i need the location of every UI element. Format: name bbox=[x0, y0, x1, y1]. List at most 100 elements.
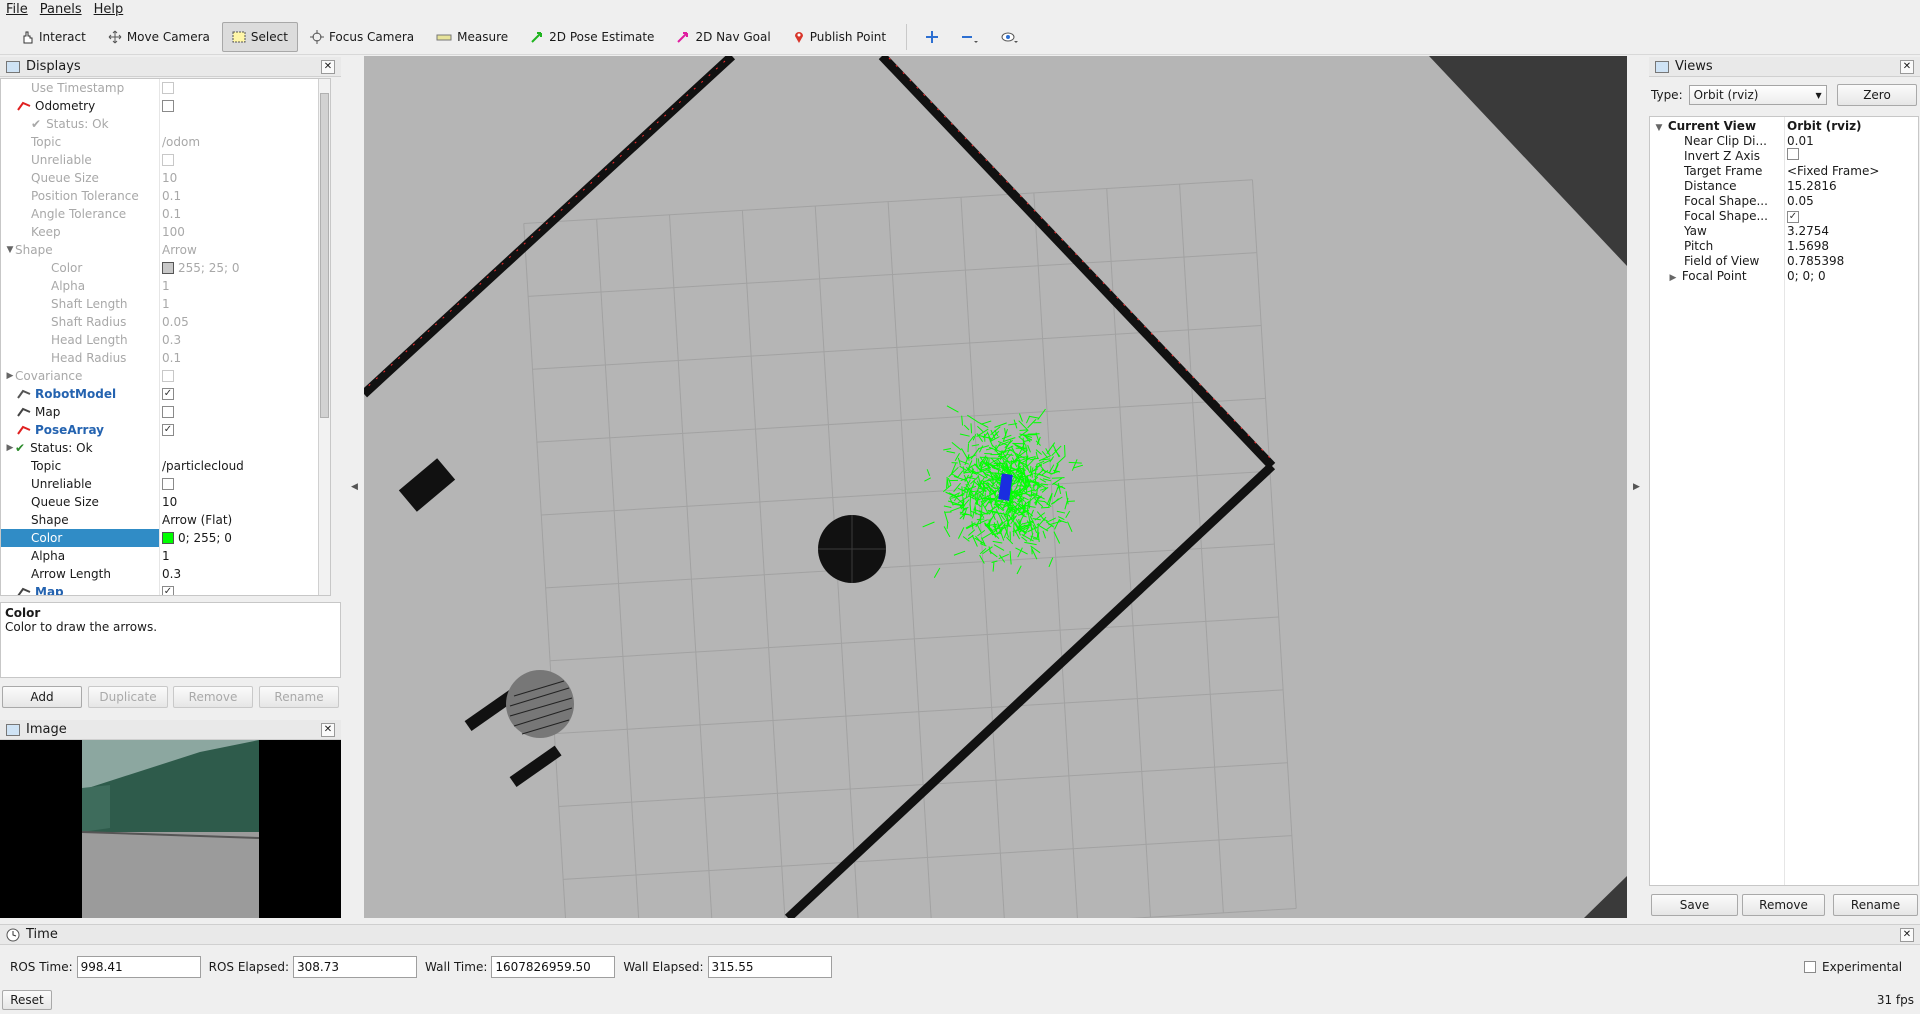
display-row-value[interactable]: /particlecloud bbox=[159, 457, 319, 475]
display-row[interactable]: Topic/particlecloud bbox=[1, 457, 330, 475]
display-row-value[interactable]: 0.3 bbox=[159, 565, 319, 583]
view-property-row[interactable]: Distance 15.2816 bbox=[1650, 178, 1918, 193]
display-row[interactable]: RobotModel ✓ bbox=[1, 385, 330, 403]
display-row[interactable]: Shaft Length 1 bbox=[1, 295, 330, 313]
view-property-row[interactable]: Focal Shape... ✓ bbox=[1650, 208, 1918, 223]
enable-checkbox[interactable]: ✓ bbox=[162, 424, 174, 436]
display-row-value[interactable]: 255; 25; 0 bbox=[159, 259, 319, 277]
enable-checkbox[interactable] bbox=[162, 370, 174, 382]
display-row-value[interactable]: 0.1 bbox=[159, 187, 319, 205]
close-icon[interactable]: ✕ bbox=[1900, 59, 1914, 74]
view-property-row[interactable]: ▼ Current View Orbit (rviz) bbox=[1650, 118, 1918, 133]
enable-checkbox[interactable] bbox=[162, 154, 174, 166]
display-row[interactable]: ▼ Shape Arrow bbox=[1, 241, 330, 259]
tool-interact[interactable]: Interact bbox=[10, 22, 96, 52]
display-row[interactable]: ▶ ✔ Status: Ok bbox=[1, 439, 330, 457]
enable-checkbox[interactable] bbox=[162, 82, 174, 94]
left-splitter[interactable]: ◀ bbox=[343, 56, 363, 918]
chevron-right-icon[interactable]: ▶ bbox=[1668, 273, 1678, 283]
view-property-row[interactable]: Yaw 3.2754 bbox=[1650, 223, 1918, 238]
display-row[interactable]: Topic/odom bbox=[1, 133, 330, 151]
menu-panels[interactable]: Panels bbox=[34, 2, 88, 17]
display-row[interactable]: Arrow Length 0.3 bbox=[1, 565, 330, 583]
view-property-row[interactable]: Pitch 1.5698 bbox=[1650, 238, 1918, 253]
display-row-value[interactable] bbox=[159, 439, 319, 457]
display-row-value[interactable]: Arrow (Flat) bbox=[159, 511, 319, 529]
display-row-value[interactable]: 1 bbox=[159, 277, 319, 295]
display-row[interactable]: Shape Arrow (Flat) bbox=[1, 511, 330, 529]
chevron-down-icon[interactable]: ▼ bbox=[1654, 123, 1664, 133]
views-tree[interactable]: ▼ Current View Orbit (rviz) Near Clip Di..… bbox=[1649, 116, 1919, 886]
close-icon[interactable]: ✕ bbox=[321, 59, 335, 74]
enable-checkbox[interactable]: ✓ bbox=[162, 388, 174, 400]
display-row[interactable]: Unreliable bbox=[1, 475, 330, 493]
save-view-button[interactable]: Save bbox=[1651, 894, 1738, 916]
chevron-down-icon[interactable]: ▼ bbox=[5, 245, 15, 255]
view-property-row[interactable]: Focal Shape... 0.05 bbox=[1650, 193, 1918, 208]
menu-file[interactable]: File bbox=[0, 2, 34, 17]
display-row-value[interactable] bbox=[159, 367, 319, 385]
display-row-value[interactable]: 0.3 bbox=[159, 331, 319, 349]
display-row-value[interactable] bbox=[159, 79, 319, 97]
display-row[interactable]: Angle Tolerance 0.1 bbox=[1, 205, 330, 223]
display-row-value[interactable]: 1 bbox=[159, 295, 319, 313]
display-row[interactable]: Alpha 1 bbox=[1, 547, 330, 565]
display-row[interactable]: ✔ Status: Ok bbox=[1, 115, 330, 133]
display-row[interactable]: Queue Size 10 bbox=[1, 493, 330, 511]
tool-publish-point[interactable]: Publish Point bbox=[783, 22, 896, 52]
display-row[interactable]: Alpha 1 bbox=[1, 277, 330, 295]
rename-display-button[interactable]: Rename bbox=[259, 686, 339, 708]
display-row-value[interactable] bbox=[159, 403, 319, 421]
display-row-value[interactable]: 0.1 bbox=[159, 205, 319, 223]
view-checkbox[interactable] bbox=[1787, 148, 1799, 160]
display-row[interactable]: Head Length 0.3 bbox=[1, 331, 330, 349]
tool-move-camera[interactable]: Move Camera bbox=[98, 22, 220, 52]
ros-time-field[interactable] bbox=[76, 956, 201, 978]
tool-2d-pose-estimate[interactable]: 2D Pose Estimate bbox=[520, 22, 664, 52]
chevron-right-icon[interactable]: ▶ bbox=[5, 443, 15, 453]
view-property-row[interactable]: ▶ Focal Point 0; 0; 0 bbox=[1650, 268, 1918, 283]
display-row[interactable]: Position Tolerance 0.1 bbox=[1, 187, 330, 205]
menu-help[interactable]: Help bbox=[88, 2, 130, 17]
display-row-value[interactable]: 0.1 bbox=[159, 349, 319, 367]
tool-2d-nav-goal[interactable]: 2D Nav Goal bbox=[666, 22, 780, 52]
close-icon[interactable]: ✕ bbox=[321, 722, 335, 737]
display-row[interactable]: Map bbox=[1, 403, 330, 421]
tool-focus-camera[interactable]: Focus Camera bbox=[300, 22, 424, 52]
scrollbar-thumb[interactable] bbox=[320, 93, 329, 418]
display-row[interactable]: ▶ Covariance bbox=[1, 367, 330, 385]
ros-elapsed-field[interactable] bbox=[293, 956, 418, 978]
add-tool-button[interactable] bbox=[915, 22, 949, 52]
displays-scrollbar[interactable] bbox=[318, 79, 330, 595]
display-row-value[interactable]: ✓ bbox=[159, 385, 319, 403]
wall-time-field[interactable] bbox=[491, 956, 616, 978]
tool-select[interactable]: Select bbox=[221, 21, 298, 52]
reset-button[interactable]: Reset bbox=[2, 990, 52, 1010]
view-type-select[interactable]: Orbit (rviz) ▼ bbox=[1688, 85, 1827, 105]
rename-view-button[interactable]: Rename bbox=[1833, 894, 1918, 916]
display-row-value[interactable]: 0; 255; 0 bbox=[159, 529, 319, 547]
display-row-value[interactable]: Arrow bbox=[159, 241, 319, 259]
display-row-value[interactable] bbox=[159, 151, 319, 169]
enable-checkbox[interactable] bbox=[162, 406, 174, 418]
right-splitter[interactable]: ▶ bbox=[1627, 56, 1647, 918]
display-row[interactable]: Color 0; 255; 0 bbox=[1, 529, 330, 547]
display-row[interactable]: Queue Size 10 bbox=[1, 169, 330, 187]
view-property-row[interactable]: Target Frame <Fixed Frame> bbox=[1650, 163, 1918, 178]
collapse-left-icon[interactable]: ◀ bbox=[351, 482, 358, 492]
display-row-value[interactable]: ✓ bbox=[159, 421, 319, 439]
tool-measure[interactable]: Measure bbox=[426, 22, 518, 52]
display-row-value[interactable]: 1 bbox=[159, 547, 319, 565]
remove-display-button[interactable]: Remove bbox=[173, 686, 253, 708]
view-property-row[interactable]: Field of View 0.785398 bbox=[1650, 253, 1918, 268]
experimental-checkbox[interactable] bbox=[1804, 961, 1816, 973]
view-property-row[interactable]: Near Clip Di... 0.01 bbox=[1650, 133, 1918, 148]
display-row-value[interactable] bbox=[159, 475, 319, 493]
display-row[interactable]: Color 255; 25; 0 bbox=[1, 259, 330, 277]
enable-checkbox[interactable]: ✓ bbox=[162, 586, 174, 595]
enable-checkbox[interactable] bbox=[162, 100, 174, 112]
display-row[interactable]: Shaft Radius 0.05 bbox=[1, 313, 330, 331]
duplicate-display-button[interactable]: Duplicate bbox=[88, 686, 168, 708]
display-row[interactable]: Head Radius 0.1 bbox=[1, 349, 330, 367]
view-checkbox[interactable]: ✓ bbox=[1787, 211, 1799, 223]
